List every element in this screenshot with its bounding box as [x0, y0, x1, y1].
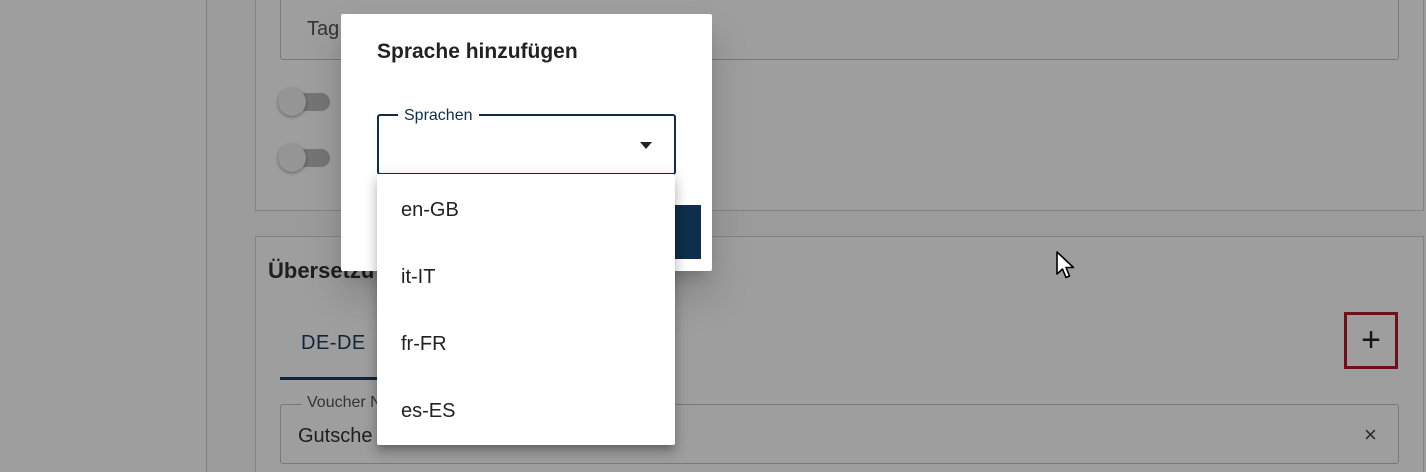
- languages-dropdown-menu: en-GB it-IT fr-FR es-ES: [377, 174, 675, 445]
- modal-backdrop[interactable]: [0, 0, 1426, 472]
- dialog-confirm-button[interactable]: [675, 205, 701, 259]
- option-label: es-ES: [401, 400, 456, 422]
- caret-down-icon[interactable]: [640, 142, 652, 149]
- option-label: it-IT: [401, 266, 436, 288]
- option-label: en-GB: [401, 199, 459, 221]
- mouse-pointer-icon: [1056, 251, 1075, 279]
- option-it-it[interactable]: it-IT: [377, 243, 675, 309]
- languages-select-label: Sprachen: [398, 107, 479, 125]
- option-en-gb[interactable]: en-GB: [377, 176, 675, 242]
- option-fr-fr[interactable]: fr-FR: [377, 310, 675, 376]
- option-label: fr-FR: [401, 333, 447, 355]
- page: Tag Übersetzu DE-DE + Voucher N Gutsche …: [0, 0, 1426, 472]
- dialog-title: Sprache hinzufügen: [377, 40, 578, 63]
- option-es-es[interactable]: es-ES: [377, 377, 675, 443]
